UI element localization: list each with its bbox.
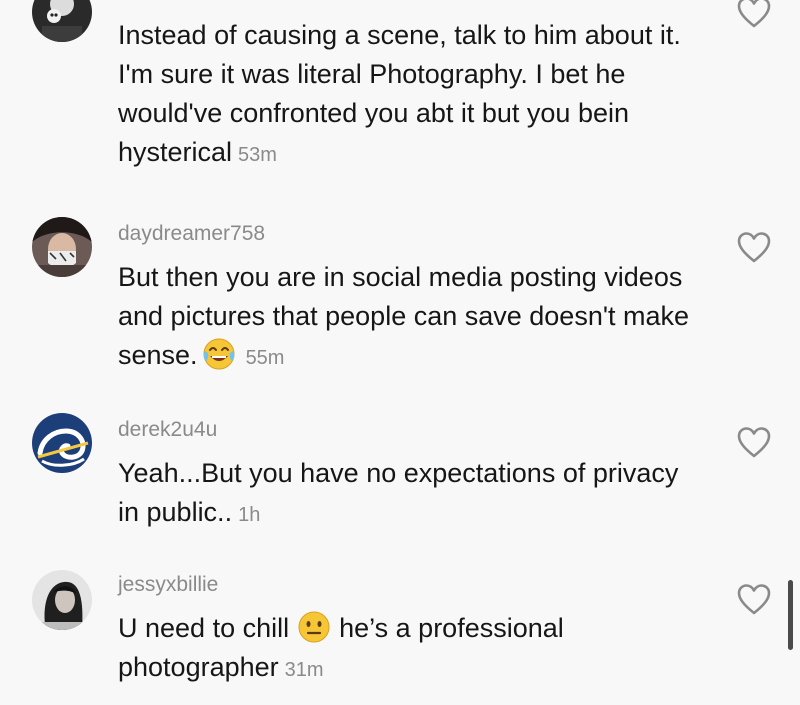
comment-username[interactable]: ewicsan <box>118 0 698 6</box>
heart-outline-icon <box>737 232 771 263</box>
avatar[interactable] <box>32 413 92 473</box>
comment-username[interactable]: daydreamer758 <box>118 220 698 248</box>
like-button[interactable] <box>736 426 772 460</box>
avatar[interactable] <box>32 0 92 42</box>
like-button[interactable] <box>736 583 772 617</box>
comment-text: Yeah...But you have no expectations of p… <box>118 454 698 535</box>
avatar[interactable] <box>32 217 92 277</box>
comment-text-content: Instead of causing a scene, talk to him … <box>118 20 681 167</box>
comment-text: U need to chill he’s a professional phot… <box>118 609 698 690</box>
heart-outline-icon <box>737 0 771 28</box>
face-with-tears-of-joy-emoji <box>203 338 235 370</box>
neutral-face-emoji <box>298 611 330 643</box>
avatar[interactable] <box>32 570 92 630</box>
comment-username[interactable]: derek2u4u <box>118 416 698 444</box>
heart-outline-icon <box>737 427 771 458</box>
like-button[interactable] <box>736 231 772 265</box>
comment-username[interactable]: jessyxbillie <box>118 571 698 599</box>
comment-text-before: U need to chill <box>118 613 290 643</box>
like-button[interactable] <box>736 0 772 30</box>
scrollbar[interactable] <box>788 580 793 650</box>
comment-timestamp: 1h <box>238 504 261 526</box>
comment-timestamp: 53m <box>238 144 277 166</box>
comment-text: But then you are in social media posting… <box>118 258 698 378</box>
comment-text-content: Yeah...But you have no expectations of p… <box>118 458 679 527</box>
heart-outline-icon <box>737 584 771 615</box>
comment-timestamp: 55m <box>245 347 285 369</box>
comment-timestamp: 31m <box>284 659 324 681</box>
comment-text: Instead of causing a scene, talk to him … <box>118 16 698 175</box>
